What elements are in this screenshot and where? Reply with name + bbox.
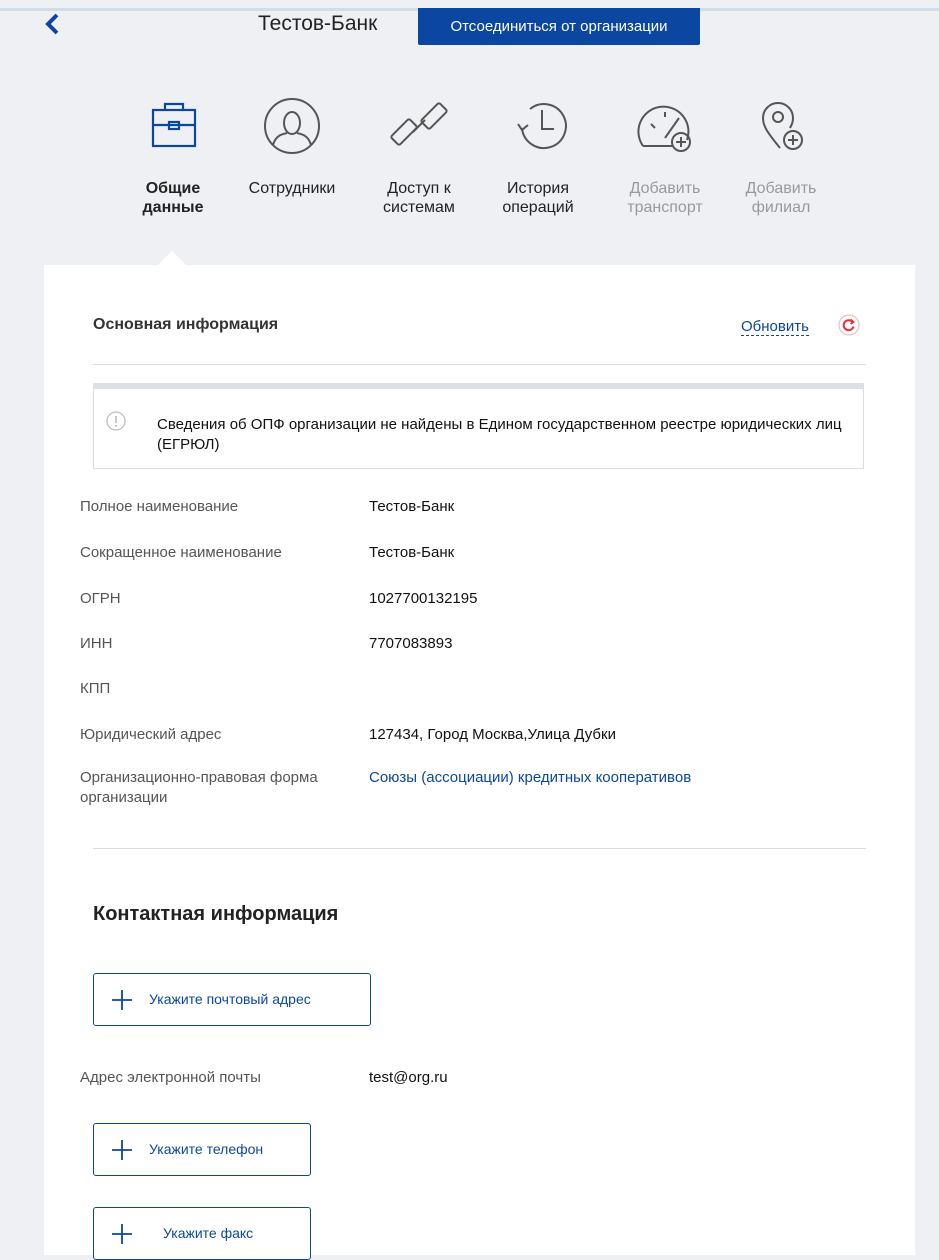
location-plus-icon: [761, 102, 803, 150]
kpp-label: КПП: [80, 680, 111, 697]
leave-organization-button[interactable]: Отсоединиться от организации: [418, 8, 700, 45]
briefcase-icon: [151, 102, 197, 148]
ogrn-label: ОГРН: [80, 590, 121, 607]
active-tab-pointer: [157, 251, 187, 266]
info-warning-icon: [106, 411, 126, 431]
add-phone-button[interactable]: Укажите телефон: [93, 1123, 311, 1176]
refresh-icon[interactable]: [838, 314, 860, 336]
chain-link-icon: [390, 102, 448, 146]
add-fax-button[interactable]: Укажите факс: [93, 1207, 311, 1260]
tab-systems-access[interactable]: Доступ к системам: [364, 96, 474, 217]
tab-label: Сотрудники: [248, 180, 336, 197]
contact-info-title: Контактная информация: [93, 903, 339, 925]
ogrn-value: 1027700132195: [369, 590, 478, 607]
full-name-label: Полное наименование: [80, 498, 239, 515]
tab-add-branch[interactable]: Добавить филиал: [726, 96, 836, 217]
add-postal-address-label: Укажите почтовый адрес: [149, 991, 311, 1007]
history-clock-icon: [517, 103, 567, 149]
email-value: test@org.ru: [369, 1069, 448, 1086]
inn-label: ИНН: [80, 635, 113, 652]
tab-add-transport[interactable]: Добавить транспорт: [610, 96, 720, 217]
add-phone-label: Укажите телефон: [149, 1141, 264, 1157]
org-title: Тестов-Банк: [258, 12, 378, 35]
person-icon: [264, 98, 320, 154]
tab-employees[interactable]: Сотрудники: [237, 96, 347, 198]
tab-label: Добавить транспорт: [627, 180, 703, 216]
legal-form-link[interactable]: Союзы (ассоциации) кредитных кооперативо…: [369, 768, 691, 788]
tab-label: История операций: [502, 180, 574, 216]
plus-icon: [112, 1224, 132, 1244]
tab-general-data[interactable]: Общие данные: [118, 96, 228, 217]
inn-value: 7707083893: [369, 635, 453, 652]
egrul-warning-alert: Сведения об ОПФ организации не найдены в…: [93, 383, 864, 469]
plus-icon: [112, 990, 132, 1010]
refresh-link[interactable]: Обновить: [741, 318, 809, 336]
tab-label: Добавить филиал: [745, 180, 817, 216]
short-name-label: Сокращенное наименование: [80, 544, 282, 561]
speedometer-plus-icon: [637, 105, 691, 152]
divider: [93, 364, 866, 365]
tab-label: Общие данные: [142, 180, 204, 216]
tab-label: Доступ к системам: [383, 180, 455, 216]
legal-form-label: Организационно-правовая форма организаци…: [80, 769, 318, 806]
tab-operations-history[interactable]: История операций: [483, 96, 593, 217]
back-arrow-icon[interactable]: [38, 10, 68, 40]
short-name-value: Тестов-Банк: [369, 544, 455, 561]
plus-icon: [112, 1140, 132, 1160]
full-name-value: Тестов-Банк: [369, 498, 455, 515]
divider: [93, 848, 866, 849]
alert-text: Сведения об ОПФ организации не найдены в…: [157, 416, 842, 453]
legal-address-value: 127434, Город Москва,Улица Дубки: [369, 726, 616, 743]
add-fax-label: Укажите факс: [163, 1225, 254, 1241]
email-label: Адрес электронной почты: [80, 1069, 261, 1086]
add-postal-address-button[interactable]: Укажите почтовый адрес: [93, 973, 371, 1026]
main-info-title: Основная информация: [93, 316, 279, 333]
legal-address-label: Юридический адрес: [80, 726, 222, 743]
